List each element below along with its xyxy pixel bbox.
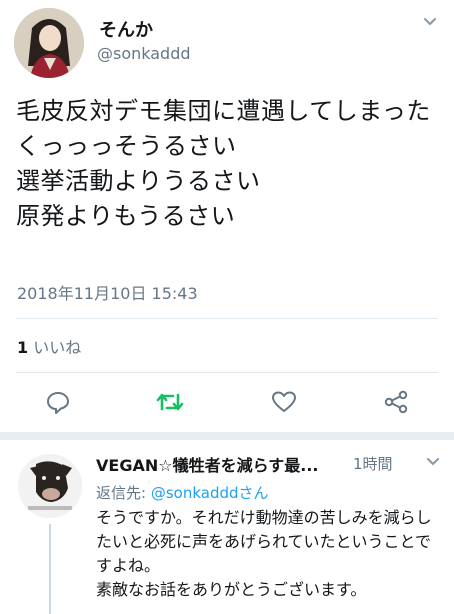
divider bbox=[16, 372, 438, 373]
reply-text: そうですか。それだけ動物達の苦しみを減らしたいと必死に声をあげられていたというこ… bbox=[96, 508, 432, 599]
likes-number: 1 bbox=[17, 338, 29, 357]
reply-tweet[interactable]: VEGAN☆犠牲者を減らす最... 1時間 返信先: @sonkadddさん そ… bbox=[0, 440, 454, 614]
reply-to-line: 返信先: @sonkadddさん bbox=[96, 482, 269, 503]
reply-avatar[interactable] bbox=[18, 454, 82, 518]
reply-to-mention[interactable]: @sonkadddさん bbox=[151, 484, 269, 502]
display-name[interactable]: そんか bbox=[99, 16, 153, 42]
reply-icon[interactable] bbox=[40, 384, 76, 420]
avatar[interactable] bbox=[14, 8, 84, 78]
reply-display-name[interactable]: VEGAN☆犠牲者を減らす最... bbox=[96, 452, 318, 476]
share-icon[interactable] bbox=[378, 384, 414, 420]
likes-label: いいね bbox=[33, 338, 82, 357]
likes-count[interactable]: 1 いいね bbox=[17, 334, 81, 358]
user-handle[interactable]: @sonkaddd bbox=[97, 44, 191, 63]
chevron-down-icon[interactable] bbox=[426, 454, 440, 468]
tweet-timestamp[interactable]: 2018年11月10日 15:43 bbox=[17, 280, 198, 304]
chevron-down-icon[interactable] bbox=[422, 14, 438, 30]
section-separator bbox=[0, 432, 454, 440]
divider bbox=[16, 318, 438, 319]
like-icon[interactable] bbox=[266, 384, 302, 420]
main-tweet: そんか @sonkaddd 毛皮反対デモ集団に遭遇してしまった くっっっそうるさ… bbox=[0, 0, 454, 432]
reply-to-prefix: 返信先: bbox=[96, 484, 151, 502]
retweet-icon[interactable] bbox=[152, 384, 188, 420]
reply-time[interactable]: 1時間 bbox=[353, 453, 393, 474]
tweet-text: 毛皮反対デモ集団に遭遇してしまった くっっっそうるさい 選挙活動よりうるさい 原… bbox=[16, 97, 431, 230]
tweet-actions bbox=[0, 384, 454, 420]
thread-line bbox=[49, 524, 51, 614]
